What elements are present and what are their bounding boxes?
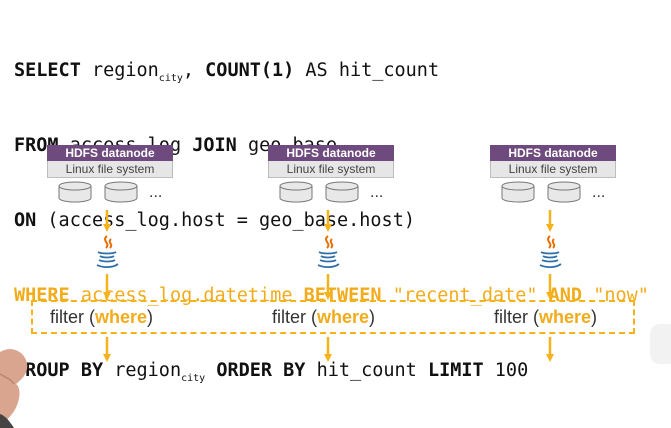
- presenter-hand: [0, 349, 28, 428]
- java-coffee-icon: [96, 235, 119, 269]
- java-coffee-icon: [539, 235, 562, 269]
- filter-suffix: ): [369, 307, 376, 327]
- filter-label-1: filter (where): [50, 307, 153, 328]
- filter-where-keyword: where: [539, 307, 592, 327]
- filter-where-keyword: where: [317, 307, 370, 327]
- filter-prefix: filter (: [494, 307, 539, 327]
- flow-arrows: [103, 210, 554, 362]
- filter-suffix: ): [591, 307, 598, 327]
- filter-where-keyword: where: [95, 307, 148, 327]
- java-coffee-icon: [317, 235, 340, 269]
- edge-decoration: [650, 324, 671, 364]
- filter-prefix: filter (: [272, 307, 317, 327]
- filter-prefix: filter (: [50, 307, 95, 327]
- filter-label-2: filter (where): [272, 307, 375, 328]
- filter-label-3: filter (where): [494, 307, 597, 328]
- filter-suffix: ): [147, 307, 154, 327]
